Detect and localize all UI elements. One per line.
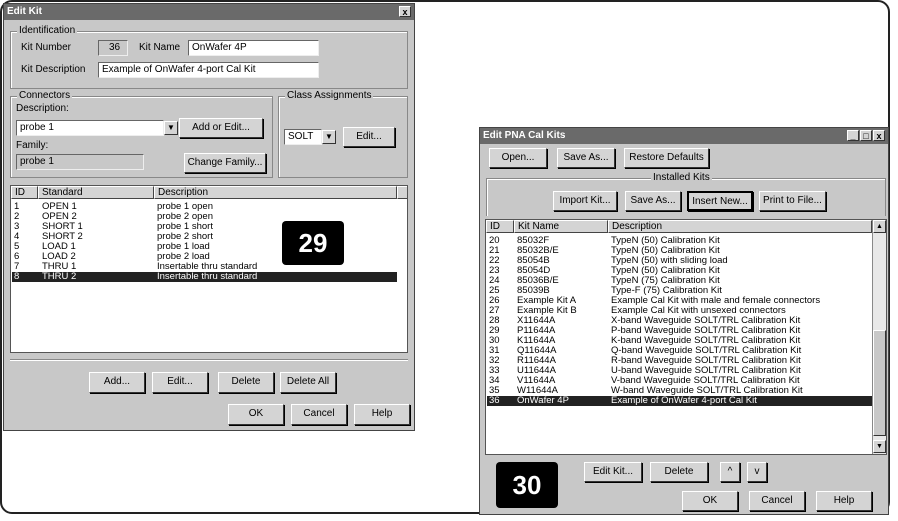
scroll-up-icon[interactable]: ▲ bbox=[873, 220, 886, 233]
edit-kit-titlebar: Edit Kit x bbox=[4, 4, 414, 20]
callout-badge-29: 29 bbox=[282, 221, 344, 265]
class-assignment-select[interactable]: SOLT bbox=[284, 129, 322, 145]
kit-name-label: Kit Name bbox=[139, 42, 181, 53]
connector-description-select[interactable]: probe 1 bbox=[16, 120, 164, 136]
ok-button[interactable]: OK bbox=[682, 491, 738, 511]
connector-description-label: Description: bbox=[16, 103, 69, 114]
installed-kits-label: Installed Kits bbox=[651, 172, 712, 184]
kit-number-label: Kit Number bbox=[21, 42, 72, 53]
scroll-down-icon[interactable]: ▼ bbox=[873, 440, 886, 453]
table-row-selected[interactable]: 8 THRU 2 Insertable thru standard bbox=[12, 272, 397, 282]
cancel-button[interactable]: Cancel bbox=[749, 491, 805, 511]
scrollbar-thumb[interactable] bbox=[873, 330, 886, 436]
column-header-description[interactable]: Description bbox=[608, 220, 872, 233]
installed-kits-group: Installed Kits Import Kit... Save As... … bbox=[486, 172, 886, 216]
close-icon[interactable]: x bbox=[873, 130, 885, 141]
cal-kits-dialog: Edit PNA Cal Kits _ □ x Open... Save As.… bbox=[479, 127, 889, 515]
kit-description-label: Kit Description bbox=[21, 64, 86, 75]
delete-button[interactable]: Delete bbox=[218, 372, 274, 393]
identification-label: Identification bbox=[17, 25, 78, 37]
edit-kit-button[interactable]: Edit Kit... bbox=[584, 462, 642, 482]
help-button[interactable]: Help bbox=[816, 491, 872, 511]
kit-description-input[interactable]: Example of OnWafer 4-port Cal Kit bbox=[98, 62, 319, 78]
delete-all-button[interactable]: Delete All bbox=[280, 372, 336, 393]
vertical-scrollbar[interactable]: ▲ ▼ bbox=[872, 220, 886, 454]
kit-name-input[interactable]: OnWafer 4P bbox=[188, 40, 319, 56]
save-as-button[interactable]: Save As... bbox=[557, 148, 615, 168]
class-assignments-label: Class Assignments bbox=[285, 90, 374, 102]
restore-defaults-button[interactable]: Restore Defaults bbox=[624, 148, 709, 168]
maximize-icon[interactable]: □ bbox=[860, 130, 872, 141]
connectors-group: Connectors Description: probe 1 ▼ Add or… bbox=[10, 90, 273, 178]
separator bbox=[10, 359, 408, 361]
print-to-file-button[interactable]: Print to File... bbox=[759, 191, 826, 211]
column-header-description[interactable]: Description bbox=[154, 186, 397, 199]
table-row-selected[interactable]: 36 OnWafer 4P Example of OnWafer 4-port Ca… bbox=[487, 396, 872, 406]
edit-button[interactable]: Edit... bbox=[152, 372, 208, 393]
kit-delete-button[interactable]: Delete bbox=[650, 462, 708, 482]
move-up-button[interactable]: ^ bbox=[720, 462, 740, 482]
family-field: probe 1 bbox=[16, 154, 144, 170]
column-header-id[interactable]: ID bbox=[11, 186, 38, 199]
move-down-button[interactable]: v bbox=[747, 462, 767, 482]
column-header-standard[interactable]: Standard bbox=[38, 186, 154, 199]
cal-kits-title: Edit PNA Cal Kits bbox=[483, 130, 566, 141]
standards-list[interactable]: ID Standard Description 1 OPEN 1 probe 1 o… bbox=[10, 185, 408, 353]
cal-kits-titlebar: Edit PNA Cal Kits _ □ x bbox=[480, 128, 888, 144]
identification-group: Identification Kit Number 36 Kit Name On… bbox=[10, 25, 408, 89]
callout-badge-30: 30 bbox=[496, 462, 558, 508]
help-button[interactable]: Help bbox=[354, 404, 410, 425]
change-family-button[interactable]: Change Family... bbox=[184, 153, 266, 173]
class-edit-button[interactable]: Edit... bbox=[343, 127, 395, 147]
kit-save-as-button[interactable]: Save As... bbox=[625, 191, 681, 211]
column-header-id[interactable]: ID bbox=[486, 220, 514, 233]
chevron-down-icon[interactable]: ▼ bbox=[322, 130, 336, 144]
edit-kit-title: Edit Kit bbox=[7, 6, 42, 17]
edit-kit-dialog: Edit Kit x Identification Kit Number 36 … bbox=[3, 3, 415, 431]
open-button[interactable]: Open... bbox=[489, 148, 547, 168]
chevron-down-icon[interactable]: ▼ bbox=[164, 121, 178, 135]
add-or-edit-button[interactable]: Add or Edit... bbox=[179, 118, 263, 138]
import-kit-button[interactable]: Import Kit... bbox=[553, 191, 617, 211]
add-button[interactable]: Add... bbox=[89, 372, 145, 393]
class-assignments-group: Class Assignments SOLT ▼ Edit... bbox=[278, 90, 408, 178]
connectors-label: Connectors bbox=[17, 90, 73, 102]
minimize-icon[interactable]: _ bbox=[847, 130, 859, 141]
kit-number-field: 36 bbox=[98, 40, 128, 56]
family-label: Family: bbox=[16, 140, 49, 151]
ok-button[interactable]: OK bbox=[228, 404, 284, 425]
column-header-filler bbox=[397, 186, 407, 199]
installed-kits-list[interactable]: ID Kit Name Description 20 85032F TypeN (5… bbox=[485, 219, 887, 455]
cancel-button[interactable]: Cancel bbox=[291, 404, 347, 425]
insert-new-button[interactable]: Insert New... bbox=[687, 191, 753, 211]
close-icon[interactable]: x bbox=[399, 6, 411, 17]
column-header-kit-name[interactable]: Kit Name bbox=[514, 220, 608, 233]
